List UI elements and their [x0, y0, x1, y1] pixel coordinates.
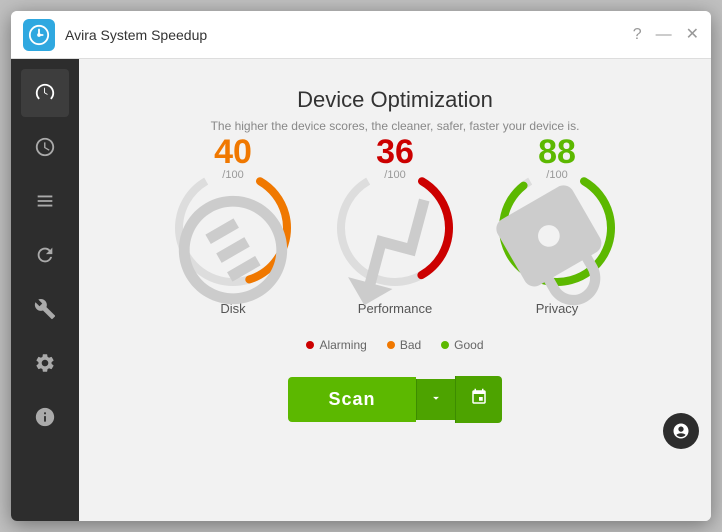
- content-area: Device Optimization The higher the devic…: [79, 59, 711, 521]
- gauge-disk: 40 /100 Disk: [168, 163, 298, 316]
- scan-calendar-button[interactable]: [455, 376, 502, 423]
- gauge-disk-center: 40 /100: [168, 135, 298, 321]
- help-button[interactable]: ?: [633, 27, 642, 43]
- legend-alarming-label: Alarming: [319, 338, 366, 352]
- legend-bad-dot: [387, 341, 395, 349]
- gauge-performance-icon: [330, 185, 460, 321]
- sidebar-item-refresh[interactable]: [21, 231, 69, 279]
- gauge-performance-value: 36: [330, 135, 460, 169]
- gauge-privacy-center: 88 /100: [492, 135, 622, 321]
- sidebar-item-clock[interactable]: [21, 123, 69, 171]
- gauge-performance-center: 36 /100: [330, 135, 460, 321]
- scan-button-row: Scan: [288, 376, 501, 423]
- minimize-button[interactable]: —: [656, 27, 672, 43]
- gauge-performance: 36 /100 Performance: [330, 163, 460, 316]
- legend-alarming-dot: [306, 341, 314, 349]
- window-title: Avira System Speedup: [65, 27, 633, 43]
- sidebar-item-settings[interactable]: [21, 339, 69, 387]
- sidebar-item-info[interactable]: [21, 393, 69, 441]
- gauge-disk-value: 40: [168, 135, 298, 169]
- gauge-performance-circle: 36 /100: [330, 163, 460, 293]
- window-controls: ? — ✕: [633, 27, 699, 43]
- gauge-privacy: 88 /100 Privacy: [492, 163, 622, 316]
- gauge-privacy-circle: 88 /100: [492, 163, 622, 293]
- gauges-row: 40 /100 Disk: [168, 163, 622, 316]
- sidebar-item-list[interactable]: [21, 177, 69, 225]
- gauge-privacy-icon: [492, 185, 622, 321]
- legend-good: Good: [441, 338, 483, 352]
- gauge-disk-circle: 40 /100: [168, 163, 298, 293]
- legend-alarming: Alarming: [306, 338, 366, 352]
- gauge-disk-icon: [168, 185, 298, 321]
- page-subtitle: The higher the device scores, the cleane…: [211, 119, 580, 133]
- close-button[interactable]: ✕: [686, 27, 699, 43]
- main-layout: Device Optimization The higher the devic…: [11, 59, 711, 521]
- titlebar: Avira System Speedup ? — ✕: [11, 11, 711, 59]
- legend-good-dot: [441, 341, 449, 349]
- legend: Alarming Bad Good: [306, 338, 483, 352]
- legend-bad-label: Bad: [400, 338, 421, 352]
- floating-badge[interactable]: [663, 413, 699, 449]
- scan-dropdown-button[interactable]: [416, 379, 455, 420]
- legend-good-label: Good: [454, 338, 483, 352]
- app-window: Avira System Speedup ? — ✕: [11, 11, 711, 521]
- sidebar: [11, 59, 79, 521]
- sidebar-item-speedometer[interactable]: [21, 69, 69, 117]
- sidebar-item-tools[interactable]: [21, 285, 69, 333]
- page-title: Device Optimization: [297, 87, 493, 113]
- scan-button[interactable]: Scan: [288, 377, 415, 422]
- legend-bad: Bad: [387, 338, 421, 352]
- gauge-privacy-value: 88: [492, 135, 622, 169]
- app-icon: [23, 19, 55, 51]
